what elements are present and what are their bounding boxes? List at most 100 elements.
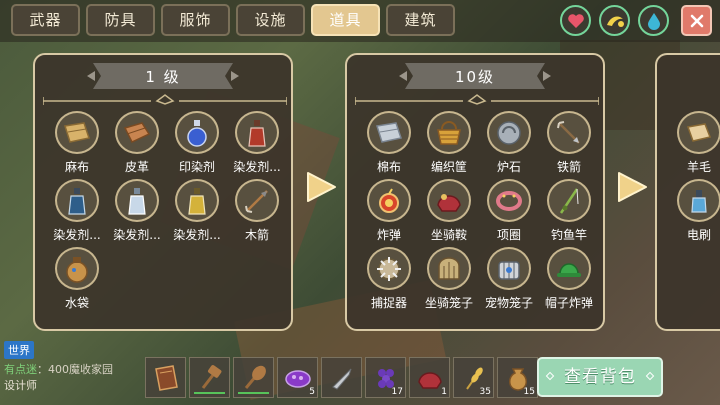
item-label: 棉布 bbox=[376, 160, 401, 174]
club-icon bbox=[244, 365, 266, 389]
item-count: 17 bbox=[391, 387, 403, 397]
hotbar-slot[interactable]: 15 bbox=[497, 357, 538, 398]
ornament-divider bbox=[43, 94, 287, 105]
hearthstone-icon bbox=[487, 111, 531, 154]
recipe-item[interactable]: 坐骑笼子 bbox=[419, 247, 479, 311]
tab-weapons[interactable]: 武器 bbox=[11, 4, 80, 36]
saddle-icon bbox=[417, 371, 442, 389]
recipe-item[interactable]: 炸弹 bbox=[359, 179, 419, 243]
view-backpack-label: 查看背包 bbox=[564, 367, 636, 387]
pet-cage-icon bbox=[487, 247, 531, 290]
recipe-item[interactable]: 印染剂 bbox=[167, 111, 227, 175]
recipe-item[interactable]: 帽子炸弹 bbox=[539, 247, 599, 311]
dye-potion-icon bbox=[175, 111, 219, 154]
item-label: 羊毛 bbox=[686, 160, 711, 174]
recipe-item[interactable]: 染发剂... bbox=[107, 179, 167, 243]
hat-bomb-icon bbox=[547, 247, 591, 290]
recipe-item[interactable]: 棉布 bbox=[359, 111, 419, 175]
item-label: 宠物笼子 bbox=[484, 296, 533, 310]
recipe-item[interactable]: 编织筐 bbox=[419, 111, 479, 175]
recipe-item[interactable]: 羊毛 bbox=[669, 111, 720, 175]
item-grid: 棉布 编织筐 炉石 铁箭 炸弹 坐骑鞍 项圈 钓鱼竿 捕捉器 坐骑笼子 宠物笼子… bbox=[359, 111, 599, 311]
hotbar-slot[interactable]: 1 bbox=[409, 357, 450, 398]
item-label: 染发剂... bbox=[53, 228, 101, 242]
hotbar-slot[interactable]: 17 bbox=[365, 357, 406, 398]
hotbar-slot[interactable]: 5 bbox=[277, 357, 318, 398]
level-ribbon: 10级 bbox=[395, 63, 555, 89]
recipe-panel-level-10: 10级 棉布 编织筐 炉石 铁箭 炸弹 坐骑鞍 项圈 钓鱼竿 捕捉器 坐骑笼子 … bbox=[345, 53, 605, 331]
chat-channel-tag[interactable]: 世界 bbox=[4, 341, 34, 359]
item-label: 皮革 bbox=[124, 160, 149, 174]
view-backpack-button[interactable]: 查看背包 bbox=[537, 357, 663, 397]
item-label: 项圈 bbox=[496, 228, 521, 242]
heart-icon[interactable] bbox=[560, 5, 591, 36]
cotton-cloth-icon bbox=[367, 111, 411, 154]
water-drop-icon[interactable] bbox=[638, 5, 669, 36]
chat-sender[interactable]: 有点迷 bbox=[4, 363, 37, 376]
item-grid: 麻布 皮革 印染剂 染发剂... 染发剂... 染发剂... 染发剂... 木箭… bbox=[47, 111, 287, 311]
item-label: 炸弹 bbox=[376, 228, 401, 242]
book-icon bbox=[154, 364, 178, 391]
close-button[interactable] bbox=[681, 5, 712, 36]
item-label: 染发剂... bbox=[233, 160, 281, 174]
hair-dye-blue-icon bbox=[55, 179, 99, 222]
recipe-item[interactable]: 电刷 bbox=[669, 179, 720, 243]
knife-icon bbox=[331, 368, 351, 390]
tab-clothing[interactable]: 服饰 bbox=[161, 4, 230, 36]
recipe-item[interactable]: 染发剂... bbox=[227, 111, 287, 175]
recipe-item[interactable]: 捕捉器 bbox=[359, 247, 419, 311]
hammer-icon bbox=[201, 364, 221, 389]
recipe-item[interactable]: 炉石 bbox=[479, 111, 539, 175]
recipe-item[interactable]: 铁箭 bbox=[539, 111, 599, 175]
woven-basket-icon bbox=[427, 111, 471, 154]
recipe-item[interactable]: 麻布 bbox=[47, 111, 107, 175]
recipe-panel-level-1: 1 级 麻布 皮革 印染剂 染发剂... 染发剂... 染发剂... 染发剂..… bbox=[33, 53, 293, 331]
recipe-item[interactable]: 皮革 bbox=[107, 111, 167, 175]
tab-buildings[interactable]: 建筑 bbox=[386, 4, 455, 36]
hotbar-slot[interactable] bbox=[321, 357, 362, 398]
recipe-item[interactable]: 钓鱼竿 bbox=[539, 179, 599, 243]
level-title: 1 级 bbox=[145, 67, 181, 86]
wooden-arrow-icon bbox=[235, 179, 279, 222]
next-arrow-icon[interactable] bbox=[304, 170, 338, 204]
item-count: 5 bbox=[309, 387, 315, 397]
item-label: 铁箭 bbox=[556, 160, 581, 174]
water-bag-icon bbox=[55, 247, 99, 290]
chat-message: 有点迷：400魔收家园 bbox=[4, 361, 154, 377]
level-ribbon: 1 级 bbox=[83, 63, 243, 89]
mount-cage-icon bbox=[427, 247, 471, 290]
tab-facilities[interactable]: 设施 bbox=[236, 4, 305, 36]
recipe-item[interactable]: 染发剂... bbox=[47, 179, 107, 243]
food-icon[interactable] bbox=[599, 5, 630, 36]
item-label: 电刷 bbox=[686, 228, 711, 242]
hotbar-slot[interactable] bbox=[189, 357, 230, 398]
hotbar-slot[interactable] bbox=[233, 357, 274, 398]
recipe-item[interactable]: 水袋 bbox=[47, 247, 107, 311]
brush-icon bbox=[677, 179, 720, 222]
linen-cloth-icon bbox=[55, 111, 99, 154]
item-grid: 羊毛 电刷 bbox=[669, 111, 720, 243]
recipe-item[interactable]: 宠物笼子 bbox=[479, 247, 539, 311]
chat-box[interactable]: 世界 有点迷：400魔收家园 设计师 bbox=[4, 339, 154, 393]
recipe-item[interactable]: 木箭 bbox=[227, 179, 287, 243]
next-arrow-icon[interactable] bbox=[615, 170, 649, 204]
collar-icon bbox=[487, 179, 531, 222]
recipe-item[interactable]: 染发剂... bbox=[167, 179, 227, 243]
hotbar-slot[interactable]: 35 bbox=[453, 357, 494, 398]
item-label: 麻布 bbox=[64, 160, 89, 174]
hotbar-slot[interactable] bbox=[145, 357, 186, 398]
ornament-divider bbox=[355, 94, 599, 105]
ornament-right-icon bbox=[645, 371, 655, 381]
item-label: 染发剂... bbox=[173, 228, 221, 242]
hair-dye-yellow-icon bbox=[175, 179, 219, 222]
tab-armor[interactable]: 防具 bbox=[86, 4, 155, 36]
hair-dye-white-icon bbox=[115, 179, 159, 222]
chat-message-continuation: 设计师 bbox=[4, 379, 37, 392]
recipe-item[interactable]: 项圈 bbox=[479, 179, 539, 243]
recipe-item[interactable]: 坐骑鞍 bbox=[419, 179, 479, 243]
item-label: 木箭 bbox=[244, 228, 269, 242]
berry-bowl-icon bbox=[284, 369, 311, 388]
bomb-icon bbox=[367, 179, 411, 222]
tab-items[interactable]: 道具 bbox=[311, 4, 380, 36]
item-label: 印染剂 bbox=[178, 160, 215, 174]
